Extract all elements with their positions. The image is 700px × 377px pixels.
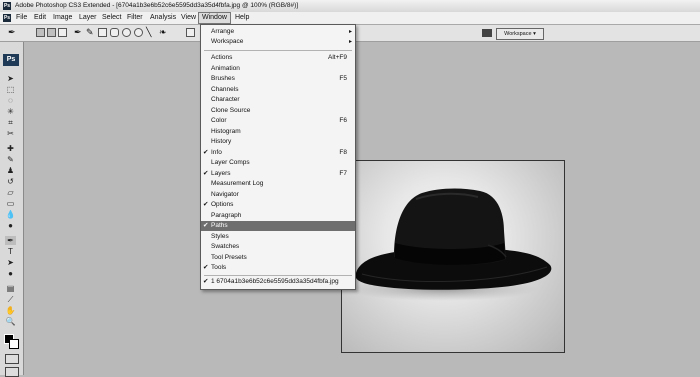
workspace-button[interactable]: Workspace ▾	[496, 28, 544, 40]
menu-window[interactable]: Window	[198, 12, 231, 24]
menu-item-styles[interactable]: Styles	[201, 232, 355, 242]
notes-tool-icon[interactable]: ▤	[5, 284, 16, 293]
history-brush-icon[interactable]: ↺	[5, 177, 16, 186]
toolbox: Ps ➤ ⬚ ◌ ✳ ⌗ ✂ ✚ ✎ ♟ ↺ ▱ ▭ 💧 ● ✒ T ➤ ● ▤…	[0, 42, 24, 377]
crop-tool-icon[interactable]: ⌗	[5, 118, 16, 127]
menu-item-clone-source[interactable]: Clone Source	[201, 106, 355, 116]
path-selection-icon[interactable]: ➤	[5, 258, 16, 267]
submenu-arrow-icon: ▸	[348, 29, 352, 35]
window-title: Adobe Photoshop CS3 Extended - [6704a1b3…	[15, 2, 299, 9]
app-menu-icon[interactable]: Ps	[3, 14, 11, 22]
marquee-tool-icon[interactable]: ⬚	[5, 85, 16, 94]
checkmark-icon: ✔	[203, 222, 209, 229]
menu-item-animation[interactable]: Animation	[201, 64, 355, 74]
menu-item-swatches[interactable]: Swatches	[201, 242, 355, 252]
rectangle-icon[interactable]	[98, 28, 107, 37]
type-tool-icon[interactable]: T	[5, 247, 16, 256]
menu-item-history[interactable]: History	[201, 137, 355, 147]
auto-add-delete-checkbox[interactable]	[186, 28, 195, 37]
fill-pixels-icon[interactable]	[58, 28, 67, 37]
menu-select[interactable]: Select	[99, 13, 124, 23]
menu-item-color[interactable]: Color F6	[201, 116, 355, 126]
menu-item-options[interactable]: ✔ Options	[201, 200, 355, 210]
magic-wand-tool-icon[interactable]: ✳	[5, 107, 16, 116]
dodge-tool-icon[interactable]: ●	[5, 221, 16, 230]
menu-item-tool-presets[interactable]: Tool Presets	[201, 253, 355, 263]
menu-item-paragraph[interactable]: Paragraph	[201, 211, 355, 221]
paths-mode-icon[interactable]	[47, 28, 56, 37]
pen-tool-icon[interactable]: ✒	[5, 236, 16, 245]
rounded-rectangle-icon[interactable]	[110, 28, 119, 37]
gradient-tool-icon[interactable]: ▭	[5, 199, 16, 208]
shape-tool-icon[interactable]: ●	[5, 269, 16, 278]
menu-help[interactable]: Help	[232, 13, 252, 23]
hat-image	[347, 188, 552, 301]
menu-item-actions[interactable]: Actions Alt+F9	[201, 53, 355, 63]
freeform-pen-icon[interactable]: ✎	[86, 28, 95, 37]
healing-brush-icon[interactable]: ✚	[5, 144, 16, 153]
custom-shape-icon[interactable]: ❧	[159, 28, 168, 37]
line-icon[interactable]: ╲	[146, 28, 155, 37]
menu-edit[interactable]: Edit	[31, 13, 49, 23]
ellipse-icon[interactable]	[122, 28, 131, 37]
menu-item-histogram[interactable]: Histogram	[201, 127, 355, 137]
menu-separator	[204, 50, 352, 51]
menu-item-arrange[interactable]: Arrange ▸	[201, 27, 355, 37]
menu-item-tools[interactable]: ✔ Tools	[201, 263, 355, 273]
checkmark-icon: ✔	[203, 148, 209, 156]
menu-item-workspace[interactable]: Workspace ▸	[201, 37, 355, 47]
menu-item-brushes[interactable]: Brushes F5	[201, 74, 355, 84]
checkmark-icon: ✔	[203, 278, 209, 285]
pen-option-icon[interactable]: ✒	[74, 28, 83, 37]
blur-tool-icon[interactable]: 💧	[5, 210, 16, 219]
shape-layers-icon[interactable]	[36, 28, 45, 37]
menu-item-character[interactable]: Character	[201, 95, 355, 105]
clone-stamp-icon[interactable]: ♟	[5, 166, 16, 175]
move-tool-icon[interactable]: ➤	[5, 74, 16, 83]
lasso-tool-icon[interactable]: ◌	[5, 96, 16, 105]
menu-view[interactable]: View	[178, 13, 199, 23]
screen-mode-icon[interactable]	[5, 367, 19, 377]
slice-tool-icon[interactable]: ✂	[5, 129, 16, 138]
menu-item-paths[interactable]: ✔ Paths	[201, 221, 355, 231]
quick-mask-icon[interactable]	[5, 354, 19, 364]
menu-separator	[204, 275, 352, 276]
menu-item-layers[interactable]: ✔ Layers F7	[201, 169, 355, 179]
polygon-icon[interactable]	[134, 28, 143, 37]
checkmark-icon: ✔	[203, 201, 209, 208]
photoshop-logo[interactable]: Ps	[3, 54, 19, 66]
menu-item-navigator[interactable]: Navigator	[201, 190, 355, 200]
zoom-tool-icon[interactable]: 🔍	[5, 317, 16, 326]
window-menu-dropdown: Arrange ▸ Workspace ▸ Actions Alt+F9 Ani…	[200, 24, 356, 290]
eraser-tool-icon[interactable]: ▱	[5, 188, 16, 197]
menu-layer[interactable]: Layer	[76, 13, 100, 23]
checkmark-icon: ✔	[203, 264, 209, 271]
workspace-icon[interactable]	[482, 29, 492, 37]
menu-analysis[interactable]: Analysis	[147, 13, 179, 23]
background-color-swatch[interactable]	[9, 339, 19, 349]
photoshop-app-icon: Ps	[3, 2, 11, 10]
menu-item-layer-comps[interactable]: Layer Comps	[201, 158, 355, 168]
menu-file[interactable]: File	[13, 13, 30, 23]
eyedropper-tool-icon[interactable]: ⟋	[5, 295, 16, 304]
menu-item-measurement-log[interactable]: Measurement Log	[201, 179, 355, 189]
hand-tool-icon[interactable]: ✋	[5, 306, 16, 315]
menu-filter[interactable]: Filter	[124, 13, 146, 23]
menu-item-open-document[interactable]: ✔ 1 6704a1b3e6b52c6e5595dd3a35d4fbfa.jpg	[201, 277, 355, 287]
brush-tool-icon[interactable]: ✎	[5, 155, 16, 164]
menu-item-channels[interactable]: Channels	[201, 85, 355, 95]
menu-image[interactable]: Image	[50, 13, 75, 23]
pen-tool-icon[interactable]: ✒	[8, 28, 17, 37]
checkmark-icon: ✔	[203, 169, 209, 177]
submenu-arrow-icon: ▸	[348, 39, 352, 45]
menu-item-info[interactable]: ✔ Info F8	[201, 148, 355, 158]
document-canvas[interactable]	[341, 160, 565, 353]
